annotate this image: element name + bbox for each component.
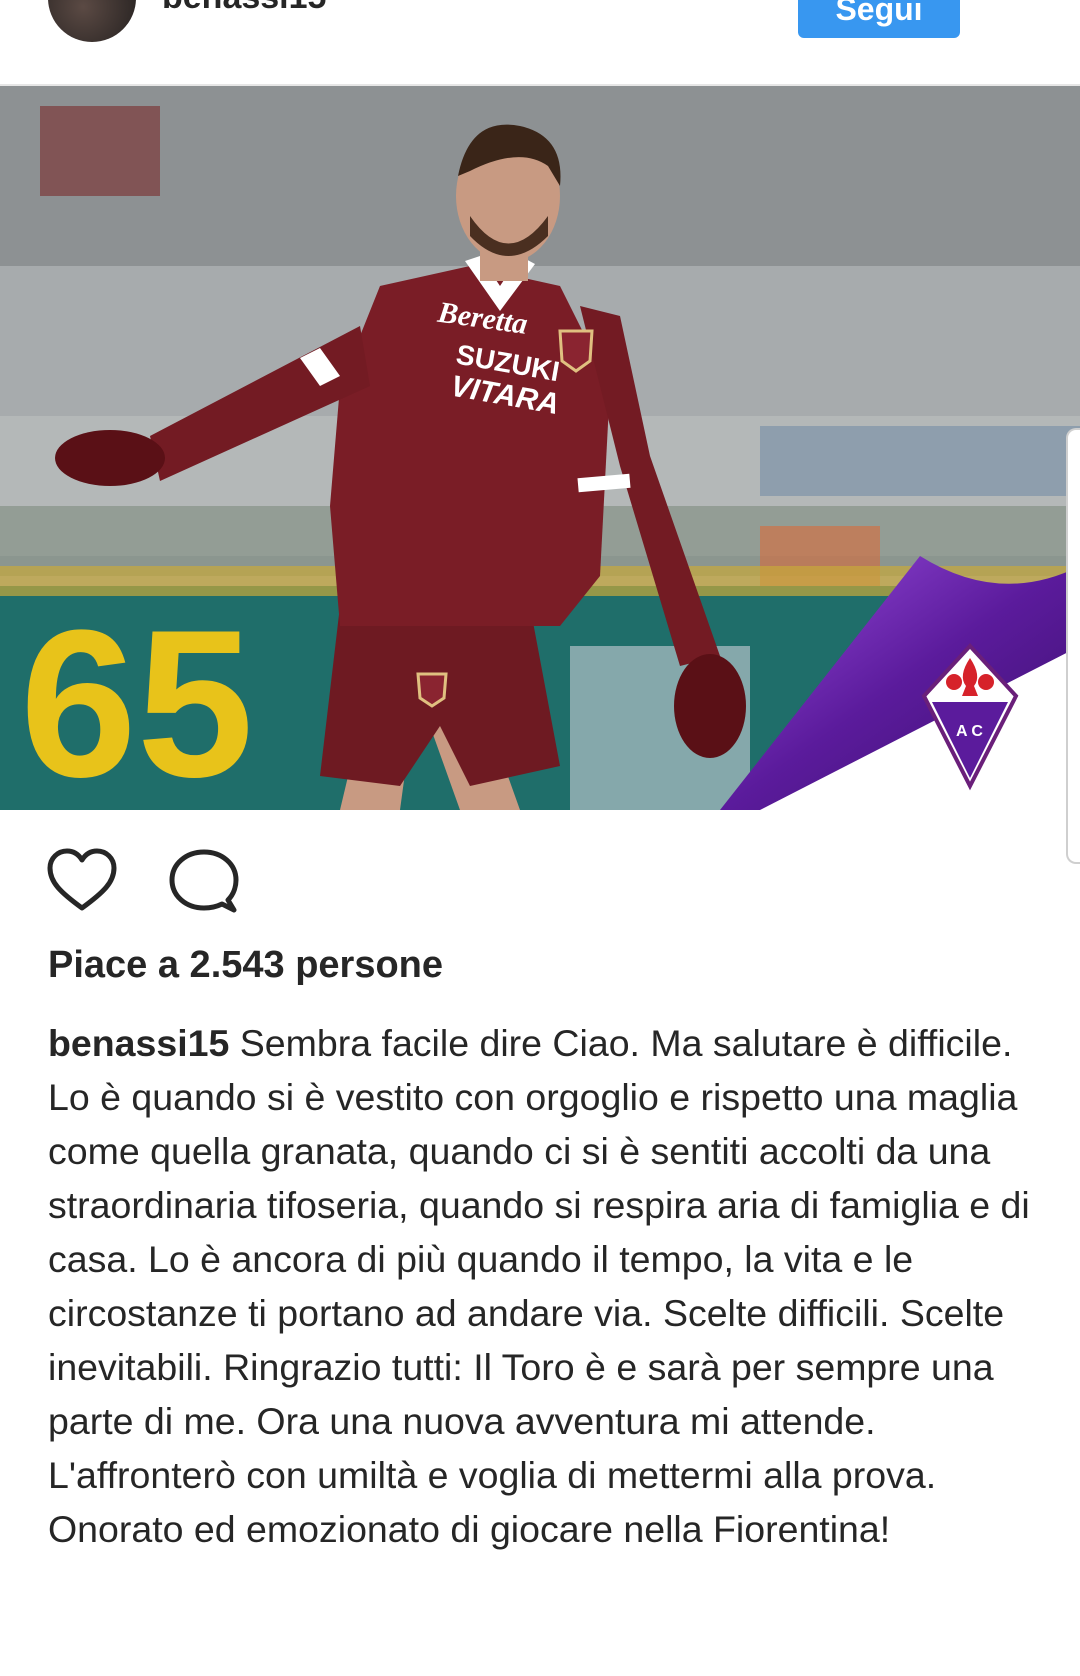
post-username[interactable]: benassi15 [162,0,326,17]
photo-illustration: 65 Beretta SUZUKI VITARA A C [0,86,1080,810]
caption-text: Sembra facile dire Ciao. Ma salutare è d… [48,1022,1030,1550]
crest-letters: A C [956,723,983,740]
post-caption: benassi15 Sembra facile dire Ciao. Ma sa… [48,1016,1038,1556]
post-header: benassi15 Segui [0,0,1080,86]
post-actions [46,848,286,914]
board-number: 65 [20,586,254,810]
comment-icon[interactable] [168,848,240,914]
profile-avatar[interactable] [48,0,136,42]
likes-count[interactable]: Piace a 2.543 persone [48,944,443,987]
heart-icon[interactable] [46,848,118,914]
side-scroll-handle[interactable] [1066,428,1080,864]
caption-author[interactable]: benassi15 [48,1022,229,1064]
follow-button[interactable]: Segui [798,0,960,38]
post-photo[interactable]: 65 Beretta SUZUKI VITARA A C [0,86,1080,810]
